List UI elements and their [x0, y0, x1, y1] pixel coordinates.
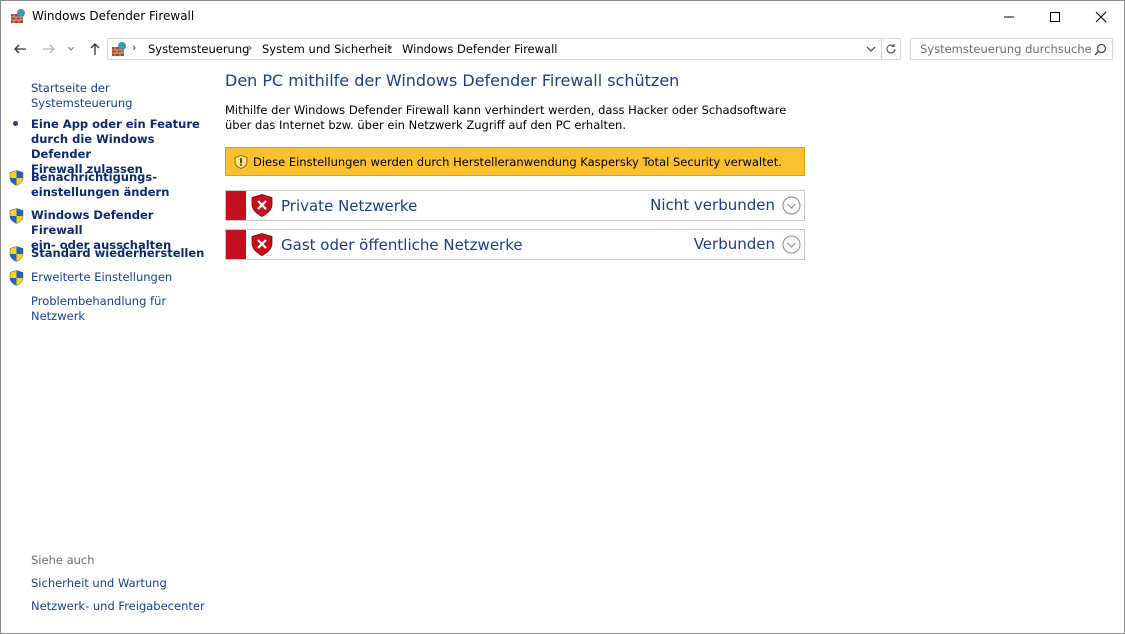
sidebar-item-allow-app[interactable]: Eine App oder ein Feature durch die Wind…	[31, 117, 206, 177]
uac-shield-icon	[9, 170, 24, 186]
firewall-brick-globe-icon	[112, 42, 126, 56]
close-icon	[1095, 11, 1107, 22]
sidebar-item-notifications[interactable]: Benachrichtigungs- einstellungen ändern	[31, 170, 206, 200]
sidebar-item-label: Benachrichtigungs-	[31, 170, 158, 184]
sidebar-item-label: einstellungen ändern	[31, 185, 170, 199]
breadcrumb-system-und-sicherheit[interactable]: System und Sicherheit	[262, 42, 392, 56]
sidebar-item-label: Standard wiederherstellen	[31, 246, 205, 260]
breadcrumb-windows-defender-firewall[interactable]: Windows Defender Firewall	[402, 42, 557, 56]
sidebar-item-restore-defaults[interactable]: Standard wiederherstellen	[31, 246, 206, 261]
see-also-link-network-sharing[interactable]: Netzwerk- und Freigabecenter	[31, 599, 206, 614]
status-bar-red	[226, 191, 246, 220]
sidebar-item-label: Erweiterte Einstellungen	[31, 270, 173, 284]
network-row-public[interactable]: Gast oder öffentliche Netzwerke Verbunde…	[225, 229, 805, 260]
network-row-private[interactable]: Private Netzwerke Nicht verbunden	[225, 190, 805, 221]
sidebar-item-advanced-settings[interactable]: Erweiterte Einstellungen	[31, 270, 206, 285]
bullet-icon	[13, 121, 18, 126]
see-also-heading: Siehe auch	[31, 553, 95, 567]
refresh-icon	[885, 44, 896, 54]
chevron-down-icon	[68, 46, 74, 51]
firewall-window: Windows Defender Firewall › Systemsteuer…	[0, 0, 1125, 634]
sidebar-item-troubleshoot[interactable]: Problembehandlung für Netzwerk	[31, 294, 206, 324]
uac-shield-icon	[9, 246, 24, 262]
see-also-link-security-maintenance[interactable]: Sicherheit und Wartung	[31, 576, 206, 591]
back-button[interactable]	[11, 40, 29, 58]
sidebar-item-label: Eine App oder ein Feature	[31, 117, 200, 131]
network-status: Verbunden	[693, 235, 775, 253]
shield-error-icon	[251, 194, 273, 217]
page-title: Den PC mithilfe der Windows Defender Fir…	[225, 71, 680, 90]
up-button[interactable]	[86, 40, 104, 58]
network-status: Nicht verbunden	[650, 196, 775, 214]
window-title: Windows Defender Firewall	[32, 9, 195, 23]
back-arrow-icon	[14, 44, 26, 54]
maximize-button[interactable]	[1032, 1, 1078, 32]
navigation-bar: › Systemsteuerung › System und Sicherhei…	[1, 32, 1124, 65]
maximize-icon	[1050, 11, 1060, 22]
address-bar[interactable]: › Systemsteuerung › System und Sicherhei…	[107, 38, 882, 60]
search-input[interactable]	[911, 39, 1091, 59]
breadcrumb-systemsteuerung[interactable]: Systemsteuerung	[148, 42, 249, 56]
warning-text: Diese Einstellungen werden durch Herstel…	[253, 155, 782, 169]
expand-chevron-icon[interactable]	[782, 196, 801, 215]
breadcrumb-separator-icon: ›	[248, 41, 253, 54]
sidebar-item-label: Windows Defender Firewall	[31, 208, 154, 237]
sidebar-link-home[interactable]: Startseite der Systemsteuerung	[31, 81, 206, 111]
page-description: Mithilfe der Windows Defender Firewall k…	[225, 103, 787, 132]
chevron-down-icon[interactable]	[864, 42, 878, 56]
forward-arrow-icon	[43, 44, 55, 54]
minimize-icon	[1004, 16, 1014, 17]
expand-chevron-icon[interactable]	[782, 235, 801, 254]
title-bar: Windows Defender Firewall	[1, 1, 1124, 32]
warning-shield-icon	[234, 155, 248, 169]
breadcrumb-separator-icon: ›	[388, 41, 393, 54]
sidebar-item-label: durch die Windows Defender	[31, 132, 155, 161]
recent-locations-button[interactable]	[65, 40, 77, 58]
shield-error-icon	[251, 233, 273, 256]
search-icon[interactable]	[1094, 43, 1107, 56]
main-content: Den PC mithilfe der Windows Defender Fir…	[225, 65, 1115, 633]
network-name: Gast oder öffentliche Netzwerke	[281, 236, 523, 254]
firewall-brick-globe-icon	[11, 9, 25, 23]
sidebar-item-label: Netzwerk	[31, 309, 86, 323]
network-name: Private Netzwerke	[281, 197, 418, 215]
refresh-button[interactable]	[881, 38, 901, 60]
status-bar-red	[226, 230, 246, 259]
uac-shield-icon	[9, 270, 24, 286]
left-pane: Startseite der Systemsteuerung Eine App …	[1, 65, 211, 633]
uac-shield-icon	[9, 208, 24, 224]
forward-button[interactable]	[40, 40, 58, 58]
breadcrumb-separator-icon: ›	[132, 41, 137, 54]
search-box[interactable]	[910, 38, 1113, 60]
managed-warning-bar: Diese Einstellungen werden durch Herstel…	[225, 147, 805, 176]
sidebar-item-label: Problembehandlung für	[31, 294, 167, 308]
close-button[interactable]	[1078, 1, 1124, 32]
up-arrow-icon	[90, 43, 100, 55]
minimize-button[interactable]	[986, 1, 1032, 32]
